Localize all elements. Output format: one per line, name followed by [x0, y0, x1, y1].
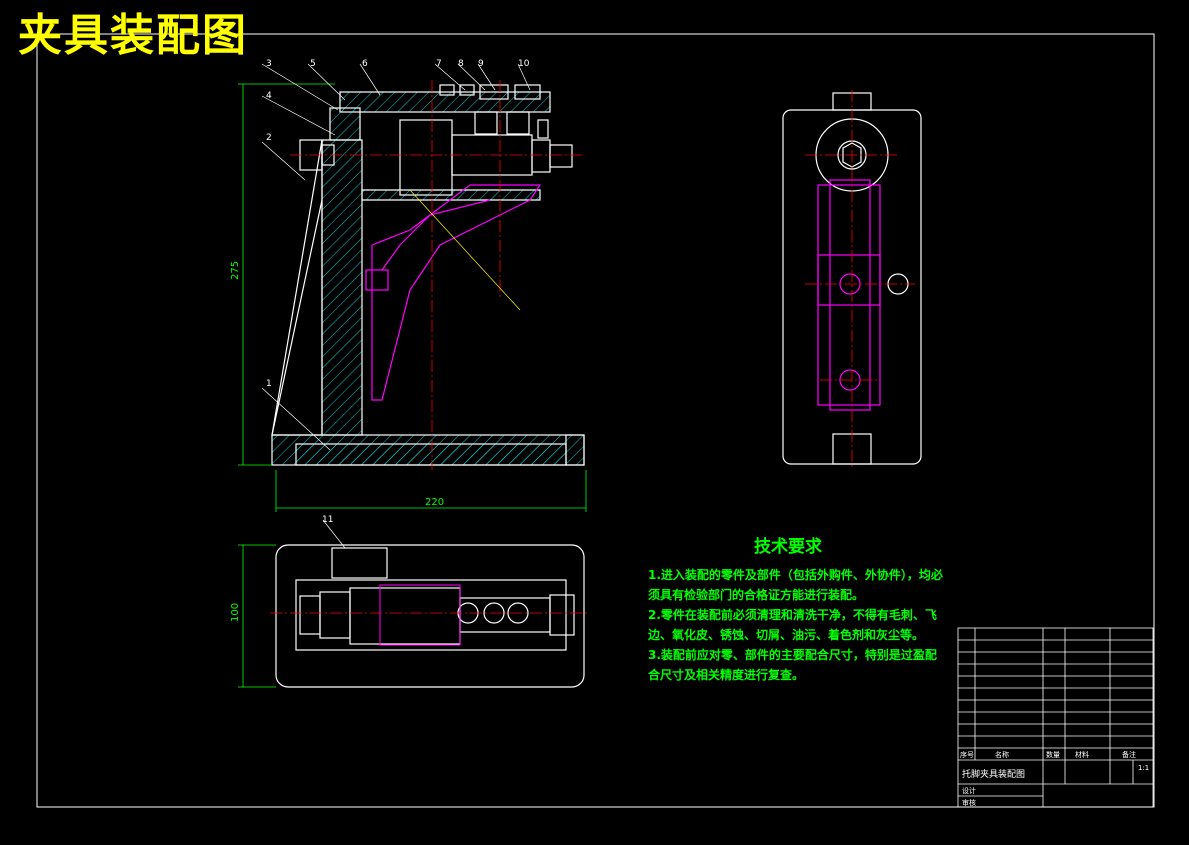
plan-view [275, 544, 585, 688]
drawing-name: 托脚夹具装配图 [962, 768, 1025, 780]
dimension-height: 275 [230, 261, 241, 280]
balloon-6: 6 [362, 59, 368, 69]
svg-text:备注: 备注 [1122, 750, 1136, 759]
upright-body [321, 139, 363, 436]
balloon-11: 11 [322, 515, 333, 525]
svg-text:名称: 名称 [995, 750, 1009, 759]
balloon-3: 3 [266, 59, 272, 69]
technical-requirements-heading: 技术要求 [754, 537, 822, 557]
balloon-7: 7 [436, 59, 442, 69]
requirement-2: 2.零件在装配前必须清理和清洗干净，不得有毛刺、飞边、氧化皮、锈蚀、切屑、油污、… [648, 608, 937, 642]
drawing-scale: 1:1 [1138, 764, 1149, 772]
balloon-2: 2 [266, 133, 272, 143]
dimension-width: 220 [425, 497, 444, 508]
part-balloons [261, 63, 531, 549]
balloon-4: 4 [266, 91, 272, 101]
reviewer-label: 审核 [962, 798, 976, 807]
side-view-workpiece [817, 179, 881, 411]
balloon-1: 1 [266, 379, 272, 389]
drawing-sheet: 275 220 1 2 3 4 5 6 7 8 9 10 11 100 序号 名… [0, 0, 1189, 841]
dimension-plan-height: 100 [230, 603, 241, 622]
balloon-10: 10 [518, 59, 530, 69]
front-view [271, 84, 585, 466]
page-title: 夹具装配图 [18, 10, 248, 61]
title-block [957, 627, 1154, 808]
balloon-5: 5 [310, 59, 316, 69]
svg-text:序号: 序号 [960, 750, 974, 759]
requirement-3: 3.装配前应对零、部件的主要配合尺寸，特别是过盈配合尺寸及相关精度进行复查。 [648, 648, 937, 682]
requirement-1: 1.进入装配的零件及部件（包括外购件、外协件），均必须具有检验部门的合格证方能进… [648, 568, 943, 602]
balloon-8: 8 [458, 59, 464, 69]
svg-text:数量: 数量 [1046, 750, 1060, 759]
workpiece-outline [365, 184, 542, 401]
designer-label: 设计 [962, 786, 976, 795]
assembly-drawing: 275 220 1 2 3 4 5 6 7 8 9 10 11 100 序号 名… [36, 33, 1155, 808]
technical-requirements: 技术要求 1.进入装配的零件及部件（包括外购件、外协件），均必须具有检验部门的合… [648, 537, 948, 685]
svg-text:材料: 材料 [1075, 750, 1089, 759]
outer-frame [36, 33, 1155, 808]
balloon-9: 9 [478, 59, 484, 69]
